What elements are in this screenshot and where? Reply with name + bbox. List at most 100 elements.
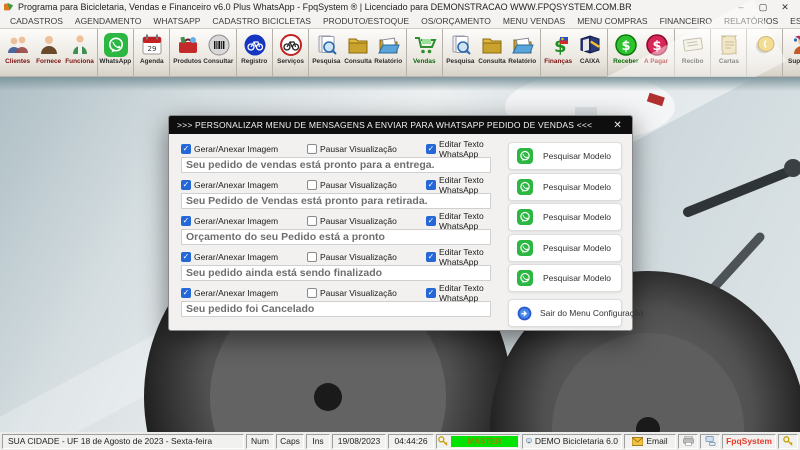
message-input[interactable]: Seu Pedido de Vendas está pronto para re… — [181, 193, 491, 209]
pause-preview-checkbox[interactable]: Pausar Visualização — [307, 180, 426, 190]
pause-preview-checkbox[interactable]: Pausar Visualização — [307, 144, 426, 154]
search-template-button-3[interactable]: Pesquisar Modelo — [508, 203, 622, 231]
pause-preview-checkbox[interactable]: Pausar Visualização — [307, 288, 426, 298]
checkbox-box — [426, 180, 436, 190]
close-icon[interactable]: ✕ — [774, 2, 796, 13]
edit-whatsapp-text-checkbox[interactable]: Editar Texto WhatsApp — [426, 139, 491, 159]
pause-preview-checkbox[interactable]: Pausar Visualização — [307, 216, 426, 226]
edit-whatsapp-text-checkbox[interactable]: Editar Texto WhatsApp — [426, 247, 491, 267]
menu-menu-vendas[interactable]: MENU VENDAS — [497, 16, 571, 26]
toolbar-caixa[interactable]: CAIXA — [574, 30, 605, 75]
menu-cadastros[interactable]: CADASTROS — [4, 16, 69, 26]
toolbar-registro[interactable]: Registro — [239, 30, 270, 75]
toolbar-consulta-vendas[interactable]: Consulta — [476, 30, 507, 75]
menu-menu-compras[interactable]: MENU COMPRAS — [571, 16, 653, 26]
toolbar-pesquisa-vendas[interactable]: Pesquisa — [445, 30, 476, 75]
key-icon — [783, 436, 793, 446]
toolbar-vendas[interactable]: Vendas — [409, 30, 440, 75]
email-icon — [632, 437, 643, 446]
message-input[interactable]: Seu pedido foi Cancelado — [181, 301, 491, 317]
toolbar-clientes[interactable]: Clientes — [2, 30, 33, 75]
generate-image-checkbox[interactable]: Gerar/Anexar Imagem — [181, 252, 307, 262]
employee-icon — [67, 32, 93, 58]
checkbox-box — [181, 252, 191, 262]
status-num: Num — [246, 434, 274, 449]
status-caps: Caps — [276, 434, 304, 449]
whatsapp-icon — [517, 209, 533, 225]
menu-agendamento[interactable]: AGENDAMENTO — [69, 16, 147, 26]
app-logo-icon — [4, 2, 14, 12]
exit-config-menu-button[interactable]: Sair do Menu Configuração — [508, 299, 622, 327]
menubar: CADASTROS AGENDAMENTO WHATSAPP CADASTRO … — [0, 14, 800, 28]
window-titlebar: Programa para Bicicletaria, Vendas e Fin… — [0, 0, 800, 14]
status-email-label: Email — [646, 436, 667, 446]
checkbox-label: Gerar/Anexar Imagem — [194, 216, 278, 226]
menu-produto-estoque[interactable]: PRODUTO/ESTOQUE — [317, 16, 415, 26]
bike-service-icon — [278, 32, 304, 58]
toolbar-pesquisa-os[interactable]: Pesquisa — [311, 30, 342, 75]
search-template-button-1[interactable]: Pesquisar Modelo — [508, 142, 622, 170]
toolbar-servicos[interactable]: Serviços — [275, 30, 306, 75]
exit-arrow-icon — [517, 306, 532, 321]
generate-image-checkbox[interactable]: Gerar/Anexar Imagem — [181, 288, 307, 298]
toolbar-relatorio-vendas[interactable]: Relatório — [507, 30, 538, 75]
report-folder-icon — [376, 32, 402, 58]
status-user-name: MASTER — [451, 436, 518, 447]
generate-image-checkbox[interactable]: Gerar/Anexar Imagem — [181, 216, 307, 226]
barcode-icon — [206, 32, 232, 58]
checkbox-box — [426, 216, 436, 226]
menu-estatistica[interactable]: ESTATISTICA — [784, 16, 800, 26]
dialog-title: >>> PERSONALIZAR MENU DE MENSAGENS A ENV… — [177, 120, 592, 130]
checkbox-box — [426, 252, 436, 262]
toolbar-produtos[interactable]: Produtos — [172, 30, 203, 75]
checkbox-label: Editar Texto WhatsApp — [439, 175, 491, 195]
message-input[interactable]: Seu pedido de vendas está pronto para a … — [181, 157, 491, 173]
generate-image-checkbox[interactable]: Gerar/Anexar Imagem — [181, 180, 307, 190]
search-template-button-2[interactable]: Pesquisar Modelo — [508, 173, 622, 201]
whatsapp-icon — [103, 32, 129, 58]
toolbar-consultar[interactable]: Consultar — [203, 30, 234, 75]
status-email[interactable]: Email — [624, 434, 676, 449]
search-template-button-4[interactable]: Pesquisar Modelo — [508, 234, 622, 262]
edit-whatsapp-text-checkbox[interactable]: Editar Texto WhatsApp — [426, 211, 491, 231]
message-input[interactable]: Orçamento do seu Pedido está a pronto — [181, 229, 491, 245]
toolbar-financas[interactable]: $ Finanças — [543, 30, 574, 75]
toolbar-consulta-os[interactable]: Consulta — [342, 30, 373, 75]
status-network[interactable] — [700, 434, 720, 449]
checkbox-label: Gerar/Anexar Imagem — [194, 180, 278, 190]
message-input[interactable]: Seu pedido ainda está sendo finalizado — [181, 265, 491, 281]
menu-os-orcamento[interactable]: OS/ORÇAMENTO — [415, 16, 497, 26]
pause-preview-checkbox[interactable]: Pausar Visualização — [307, 252, 426, 262]
checkbox-label: Pausar Visualização — [320, 288, 397, 298]
desktop-background: >>> PERSONALIZAR MENU DE MENSAGENS A ENV… — [0, 77, 800, 432]
svg-text:$: $ — [621, 39, 630, 54]
status-app: DEMO Bicicletaria 6.0 — [522, 434, 622, 449]
toolbar-funciona[interactable]: Funciona — [64, 30, 95, 75]
button-label: Pesquisar Modelo — [543, 243, 611, 253]
status-brand: FpqSystem — [722, 434, 776, 449]
search-template-button-5[interactable]: Pesquisar Modelo — [508, 264, 622, 292]
toolbar-relatorio-os[interactable]: Relatório — [373, 30, 404, 75]
status-printer[interactable] — [678, 434, 698, 449]
edit-whatsapp-text-checkbox[interactable]: Editar Texto WhatsApp — [426, 175, 491, 195]
checkbox-box — [181, 216, 191, 226]
menu-whatsapp[interactable]: WHATSAPP — [147, 16, 206, 26]
status-date: 19/08/2023 — [332, 434, 386, 449]
message-row-pickup: Gerar/Anexar Imagem Pausar Visualização … — [181, 178, 491, 209]
folder-icon — [345, 32, 371, 58]
whatsapp-icon — [517, 179, 533, 195]
supplier-icon — [36, 32, 62, 58]
toolbar-agenda[interactable]: 29 Agenda — [136, 30, 167, 75]
checkbox-label: Editar Texto WhatsApp — [439, 211, 491, 231]
toolbar-whatsapp[interactable]: WhatsApp — [100, 30, 131, 75]
edit-whatsapp-text-checkbox[interactable]: Editar Texto WhatsApp — [426, 283, 491, 303]
button-label: Sair do Menu Configuração — [540, 308, 643, 318]
checkbox-label: Gerar/Anexar Imagem — [194, 252, 278, 262]
menu-cadastro-bicicletas[interactable]: CADASTRO BICICLETAS — [206, 16, 317, 26]
checkbox-box — [307, 252, 317, 262]
toolbar-suporte[interactable]: Suporte — [785, 30, 800, 75]
bike-registry-icon — [242, 32, 268, 58]
toolbar-fornece[interactable]: Fornece — [33, 30, 64, 75]
generate-image-checkbox[interactable]: Gerar/Anexar Imagem — [181, 144, 307, 154]
dialog-close-icon[interactable]: ✕ — [611, 120, 624, 131]
